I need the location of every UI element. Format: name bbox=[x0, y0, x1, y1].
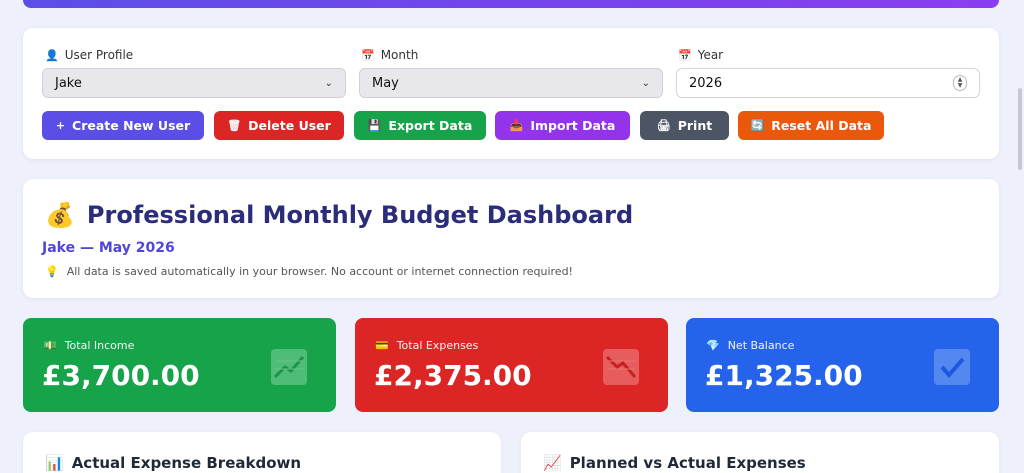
import-data-button[interactable]: 📥 Import Data bbox=[495, 111, 630, 140]
bar-chart-icon: 📊 bbox=[45, 454, 64, 472]
calendar-icon: 📅 bbox=[361, 48, 375, 62]
user-icon: 👤 bbox=[45, 48, 59, 62]
total-income-card: 💵 Total Income £3,700.00 bbox=[23, 318, 336, 412]
total-income-label: 💵 Total Income bbox=[43, 339, 135, 352]
total-expenses-value: £2,375.00 bbox=[374, 359, 532, 392]
plus-icon: + bbox=[55, 119, 66, 132]
net-balance-value: £1,325.00 bbox=[705, 359, 863, 392]
section-title: 📊 Actual Expense Breakdown bbox=[45, 454, 302, 472]
user-profile-label: 👤 User Profile bbox=[45, 48, 134, 62]
expense-breakdown-section: 📊 Actual Expense Breakdown bbox=[23, 432, 501, 473]
stepper-icon[interactable]: ▲ ▼ bbox=[953, 75, 967, 91]
user-profile-select[interactable]: Jake ⌄ bbox=[42, 68, 346, 98]
chevron-down-icon: ⌄ bbox=[324, 77, 333, 89]
chevron-down-icon: ⌄ bbox=[641, 77, 650, 89]
save-icon: 💾 bbox=[367, 119, 382, 132]
top-accent-bar bbox=[23, 0, 999, 8]
print-button[interactable]: 🖨 Print bbox=[640, 111, 729, 140]
reset-all-data-button[interactable]: 🔄 Reset All Data bbox=[738, 111, 884, 140]
delete-user-button[interactable]: 🗑 Delete User bbox=[214, 111, 344, 140]
trash-icon: 🗑 bbox=[227, 119, 242, 132]
create-user-button[interactable]: + Create New User bbox=[42, 111, 204, 140]
autosave-note: 💡 All data is saved automatically in you… bbox=[45, 265, 573, 278]
chart-up-icon bbox=[271, 349, 307, 385]
month-select[interactable]: May ⌄ bbox=[359, 68, 663, 98]
page-scrollbar[interactable] bbox=[1018, 88, 1022, 170]
refresh-icon: 🔄 bbox=[750, 119, 765, 132]
credit-card-icon: 💳 bbox=[375, 339, 389, 352]
check-icon bbox=[934, 349, 970, 385]
total-expenses-label: 💳 Total Expenses bbox=[375, 339, 479, 352]
year-label: 📅 Year bbox=[678, 48, 724, 62]
chart-down-icon bbox=[603, 349, 639, 385]
year-input[interactable]: 2026 ▲ ▼ bbox=[676, 68, 980, 98]
dashboard-header: 💰 Professional Monthly Budget Dashboard … bbox=[23, 179, 999, 298]
controls-panel: 👤 User Profile Jake ⌄ 📅 Month May ⌄ 📅 Ye… bbox=[23, 28, 999, 159]
net-balance-label: 💎 Net Balance bbox=[706, 339, 795, 352]
section-title: 📈 Planned vs Actual Expenses bbox=[543, 454, 806, 472]
gem-icon: 💎 bbox=[706, 339, 720, 352]
page-subtitle: Jake — May 2026 bbox=[42, 240, 175, 256]
net-balance-card: 💎 Net Balance £1,325.00 bbox=[686, 318, 999, 412]
planned-vs-actual-section: 📈 Planned vs Actual Expenses bbox=[521, 432, 999, 473]
total-income-value: £3,700.00 bbox=[42, 359, 200, 392]
export-data-button[interactable]: 💾 Export Data bbox=[354, 111, 486, 140]
printer-icon: 🖨 bbox=[656, 119, 671, 132]
money-bag-icon: 💰 bbox=[45, 201, 75, 229]
inbox-icon: 📥 bbox=[509, 119, 524, 132]
cash-icon: 💵 bbox=[43, 339, 57, 352]
page-title: 💰 Professional Monthly Budget Dashboard bbox=[45, 201, 634, 229]
line-chart-icon: 📈 bbox=[543, 454, 562, 472]
month-label: 📅 Month bbox=[361, 48, 419, 62]
total-expenses-card: 💳 Total Expenses £2,375.00 bbox=[355, 318, 668, 412]
lightbulb-icon: 💡 bbox=[45, 265, 59, 278]
calendar-icon: 📅 bbox=[678, 48, 692, 62]
